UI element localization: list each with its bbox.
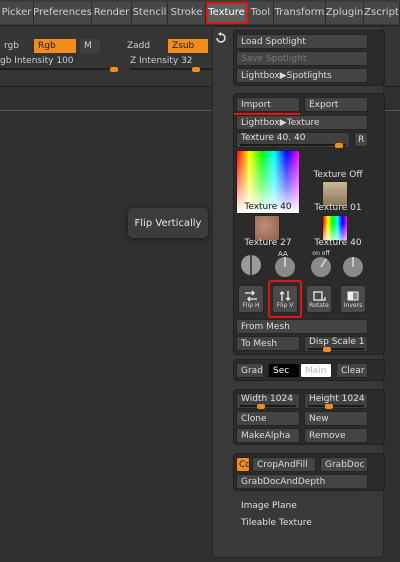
- rgb-intensity-knob[interactable]: [110, 67, 118, 72]
- lightbox-spotlights-button[interactable]: Lightbox▶Spotlights: [236, 68, 368, 83]
- crop-and-fill-button[interactable]: CropAndFill: [252, 457, 316, 472]
- texture-index-slider[interactable]: Texture 40. 40: [236, 132, 350, 148]
- zsub-button[interactable]: Zsub: [168, 39, 208, 53]
- onoff-label: on off: [312, 250, 330, 257]
- grab-doc-button[interactable]: GrabDoc: [320, 457, 368, 472]
- width-track: [240, 405, 296, 407]
- secondary-color-swatch[interactable]: Sec: [268, 363, 300, 378]
- menu-stencil[interactable]: Stencil: [132, 1, 168, 24]
- cd-toggle[interactable]: Cd: [236, 457, 250, 472]
- image-plane-menu[interactable]: Image Plane: [241, 501, 297, 511]
- height-value: 1024: [341, 394, 365, 404]
- clear-button[interactable]: Clear: [336, 363, 368, 378]
- main-menubar: Picker Preferences Render Stencil Stroke…: [0, 0, 400, 26]
- texture-01-label: Texture 01: [314, 203, 362, 213]
- make-alpha-button[interactable]: MakeAlpha: [236, 428, 300, 443]
- menu-tool[interactable]: Tool: [248, 1, 274, 24]
- menu-transform[interactable]: Transform: [274, 1, 326, 24]
- m-button[interactable]: M: [80, 39, 100, 53]
- width-slider[interactable]: Width 1024: [236, 393, 300, 409]
- export-button[interactable]: Export: [304, 97, 368, 112]
- disp-scale-track: [308, 348, 364, 350]
- texture-panel: Load Spotlight Save Spotlight Lightbox▶S…: [212, 26, 385, 558]
- to-mesh-button[interactable]: To Mesh: [236, 336, 300, 351]
- r-button[interactable]: R: [354, 132, 368, 147]
- z-intensity-knob[interactable]: [192, 67, 200, 72]
- flip-h-button[interactable]: Flip H: [238, 285, 264, 313]
- z-intensity-label: Z Intensity: [130, 56, 179, 66]
- aa-label: AA: [278, 250, 288, 258]
- reset-icon[interactable]: [215, 29, 227, 43]
- color-group: Grad Sec Main Clear: [233, 359, 385, 381]
- texture-slider-knob[interactable]: [335, 143, 343, 148]
- disp-scale-slider[interactable]: Disp Scale 1: [304, 336, 368, 352]
- load-spotlight-button[interactable]: Load Spotlight: [236, 34, 368, 49]
- from-mesh-button[interactable]: From Mesh: [236, 319, 368, 334]
- flip-vertically-tooltip: Flip Vertically: [128, 208, 208, 238]
- grad-button[interactable]: Grad: [236, 363, 264, 378]
- antialias-icon[interactable]: AA: [272, 250, 298, 277]
- main-color-swatch[interactable]: Main: [300, 363, 332, 378]
- flip-v-highlight: [268, 280, 302, 318]
- size-group: Width 1024 Height 1024 Clone New MakeAlp…: [233, 389, 385, 445]
- zadd-button[interactable]: Zadd: [123, 39, 163, 53]
- flip-toggle-icon[interactable]: [238, 251, 264, 277]
- on-off-switch-icon[interactable]: on off: [308, 250, 334, 277]
- remove-button[interactable]: Remove: [304, 428, 368, 443]
- invers-icon: [347, 291, 359, 300]
- grab-group: Cd CropAndFill GrabDoc GrabDocAndDepth: [233, 453, 385, 491]
- tileable-texture-menu[interactable]: Tileable Texture: [241, 518, 312, 528]
- menu-zplugin[interactable]: Zplugin: [326, 1, 364, 24]
- menu-preferences[interactable]: Preferences: [33, 1, 92, 24]
- current-texture-label: Texture 40: [244, 202, 292, 212]
- menu-picker[interactable]: Picker: [0, 1, 34, 24]
- rotate-button[interactable]: Rotate: [306, 285, 332, 313]
- new-button[interactable]: New: [304, 411, 368, 426]
- clone-button[interactable]: Clone: [236, 411, 300, 426]
- lightbox-texture-button[interactable]: Lightbox▶Texture: [236, 115, 368, 130]
- rgb-intensity-label: gb Intensity: [0, 56, 54, 66]
- texture-group: Import Export Lightbox▶Texture Texture 4…: [233, 93, 385, 355]
- rgb-button[interactable]: Rgb: [34, 39, 76, 53]
- menu-render[interactable]: Render: [92, 1, 132, 24]
- rotate-icon: [313, 290, 326, 301]
- height-slider[interactable]: Height 1024: [304, 393, 368, 409]
- rotate-label: Rotate: [309, 301, 329, 309]
- disp-scale-knob[interactable]: [323, 347, 331, 352]
- flip-h-icon: [245, 290, 257, 301]
- texture-slider-value: 40: [294, 133, 306, 143]
- texture-slider-track: [240, 144, 346, 146]
- flip-h-label: Flip H: [242, 301, 260, 309]
- texture-40-label: Texture 40: [314, 238, 362, 248]
- disp-scale-label: Disp Scale: [309, 337, 356, 347]
- rgb-intensity-slider[interactable]: gb Intensity 100: [0, 56, 118, 72]
- texture-slider-label: Texture 40.: [241, 133, 292, 143]
- menu-zscript[interactable]: Zscript: [364, 1, 400, 24]
- texture-27-label: Texture 27: [244, 238, 292, 248]
- width-value: 1024: [270, 394, 293, 404]
- height-label: Height: [309, 394, 339, 404]
- menu-texture[interactable]: Texture: [206, 1, 248, 24]
- spotlight-group: Load Spotlight Save Spotlight Lightbox▶S…: [233, 30, 385, 86]
- z-intensity-slider[interactable]: Z Intensity 32: [130, 56, 212, 72]
- width-knob[interactable]: [257, 404, 265, 409]
- invers-button[interactable]: Invers: [340, 285, 366, 313]
- disp-scale-value: 1: [358, 337, 365, 347]
- dial-icon[interactable]: [340, 251, 366, 277]
- import-button[interactable]: Import: [236, 97, 300, 112]
- menu-stroke[interactable]: Stroke: [168, 1, 206, 24]
- rgb-intensity-track: [0, 68, 118, 70]
- invers-label: Invers: [343, 301, 363, 309]
- rgb-left-button[interactable]: rgb: [0, 39, 28, 53]
- rgb-intensity-value: 100: [56, 56, 74, 66]
- height-track: [308, 405, 364, 407]
- grab-doc-and-depth-button[interactable]: GrabDocAndDepth: [236, 474, 368, 489]
- save-spotlight-button[interactable]: Save Spotlight: [236, 51, 368, 66]
- texture-off-label[interactable]: Texture Off: [308, 170, 368, 180]
- width-label: Width: [241, 394, 268, 404]
- height-knob[interactable]: [325, 404, 333, 409]
- z-intensity-value: 32: [181, 56, 193, 66]
